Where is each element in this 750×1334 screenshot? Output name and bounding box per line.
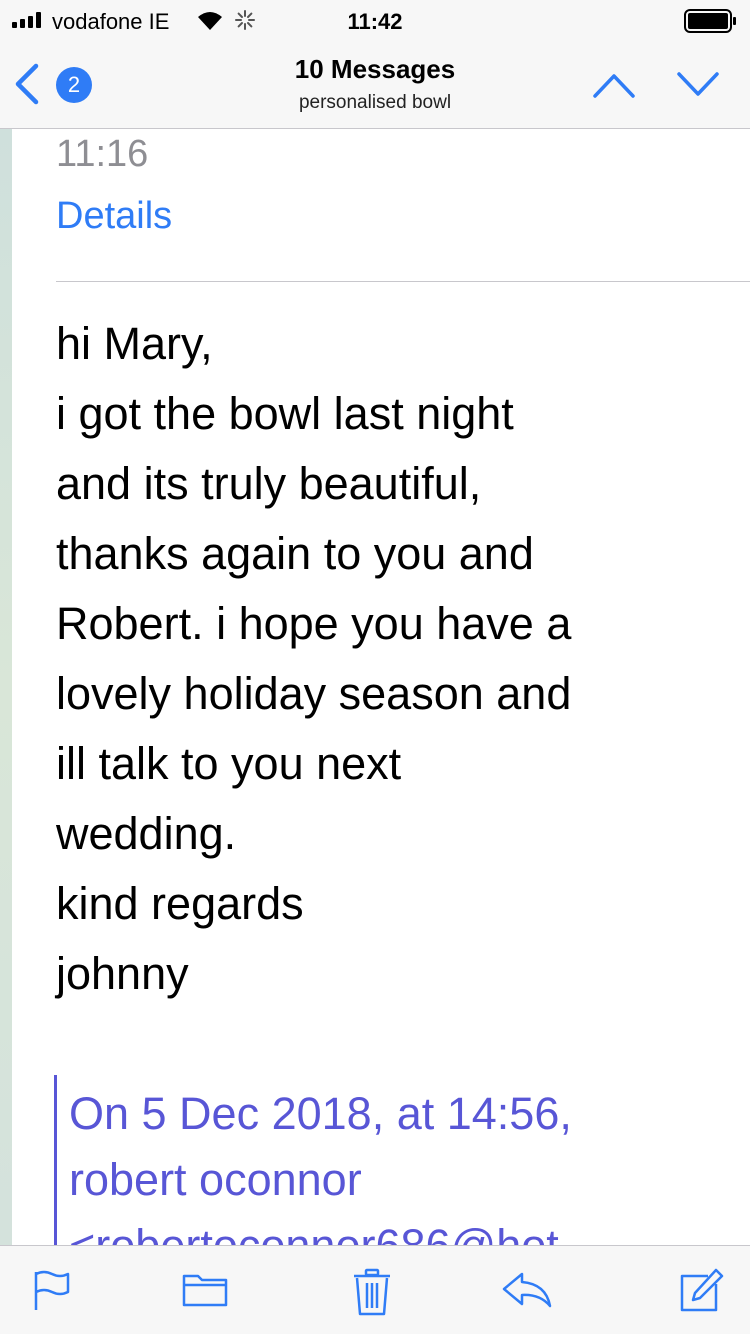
navigation-bar: 2 10 Messages personalised bowl [0, 40, 750, 129]
body-line: thanks again to you and [56, 528, 534, 579]
body-line: johnny [56, 948, 189, 999]
nav-title: 10 Messages [294, 54, 456, 84]
flag-icon[interactable] [32, 1268, 72, 1312]
compose-icon[interactable] [678, 1268, 724, 1314]
quote-line[interactable]: <robertoconnor686@hot [69, 1213, 572, 1245]
message-content[interactable]: 11:16 Details hi Mary, i got the bowl la… [0, 129, 750, 1245]
previous-message-button[interactable] [592, 66, 636, 102]
status-bar: vodafone IE 11:42 [0, 0, 750, 40]
details-link[interactable]: Details [56, 195, 172, 238]
background-strip [0, 129, 12, 1245]
quote-text: On 5 Dec 2018, at 14:56, robert oconnor … [69, 1081, 572, 1245]
mail-message-screen: vodafone IE 11:42 2 10 Messages personal… [0, 0, 750, 1334]
status-time: 11:42 [347, 9, 403, 34]
reply-icon[interactable] [500, 1268, 554, 1310]
message-body: hi Mary, i got the bowl last night and i… [56, 309, 726, 1009]
body-line: lovely holiday season and [56, 668, 572, 719]
trash-icon[interactable] [352, 1268, 392, 1316]
body-line: i got the bowl last night [56, 388, 514, 439]
quoted-message: On 5 Dec 2018, at 14:56, robert oconnor … [54, 1075, 747, 1245]
quote-line: On 5 Dec 2018, at 14:56, [69, 1088, 572, 1139]
folder-icon[interactable] [182, 1268, 228, 1308]
next-message-button[interactable] [676, 66, 720, 102]
body-line: Robert. i hope you have a [56, 598, 572, 649]
message-time: 11:16 [56, 133, 149, 175]
body-line: hi Mary, [56, 318, 213, 369]
nav-subtitle: personalised bowl [298, 92, 452, 113]
body-line: kind regards [56, 878, 304, 929]
bottom-toolbar [0, 1245, 750, 1334]
body-line: and its truly beautiful, [56, 458, 482, 509]
battery-icon [684, 9, 736, 33]
quote-line: robert oconnor [69, 1154, 362, 1205]
header-divider [56, 281, 750, 282]
body-line: wedding. [56, 808, 237, 859]
body-line: ill talk to you next [56, 738, 402, 789]
